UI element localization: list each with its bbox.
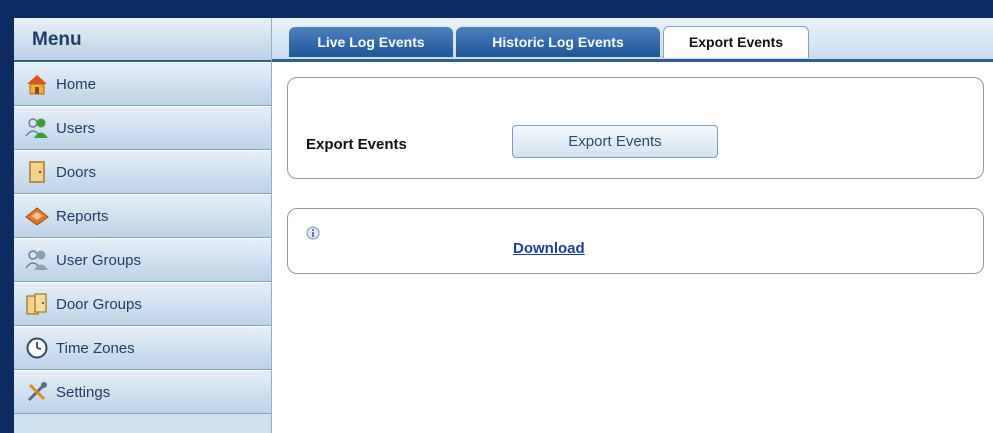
left-edge-bar [0, 0, 14, 433]
tab-historic-log-events[interactable]: Historic Log Events [456, 27, 660, 57]
sidebar-item-user-groups[interactable]: User Groups [14, 238, 271, 282]
top-bar [0, 0, 993, 18]
info-icon [306, 226, 320, 240]
tab-bar: Live Log Events Historic Log Events Expo… [272, 18, 993, 62]
sidebar-item-door-groups[interactable]: Door Groups [14, 282, 271, 326]
sidebar-item-settings[interactable]: Settings [14, 370, 271, 414]
sidebar-item-label: Users [56, 119, 96, 137]
sidebar-item-time-zones[interactable]: Time Zones [14, 326, 271, 370]
sidebar: Menu Home Users Doors Reports User Group… [14, 18, 272, 433]
clock-icon [24, 335, 50, 361]
sidebar-item-label: Settings [56, 383, 111, 401]
export-events-button[interactable]: Export Events [512, 125, 718, 158]
sidebar-item-label: Reports [56, 207, 109, 225]
sidebar-item-home[interactable]: Home [14, 62, 271, 106]
sidebar-item-users[interactable]: Users [14, 106, 271, 150]
home-icon [24, 71, 50, 97]
user-groups-icon [24, 247, 50, 273]
download-panel: Download [287, 208, 984, 274]
reports-icon [24, 203, 50, 229]
sidebar-item-doors[interactable]: Doors [14, 150, 271, 194]
settings-icon [24, 379, 50, 405]
download-link[interactable]: Download [513, 240, 585, 257]
door-icon [24, 159, 50, 185]
sidebar-item-label: Doors [56, 163, 97, 181]
export-events-panel: Export Events Export Events [287, 77, 984, 179]
export-events-label: Export Events [306, 136, 407, 153]
sidebar-item-label: Time Zones [56, 339, 135, 357]
sidebar-item-label: User Groups [56, 251, 142, 269]
sidebar-item-label: Door Groups [56, 295, 142, 313]
sidebar-item-label: Home [56, 75, 97, 93]
users-icon [24, 115, 50, 141]
sidebar-item-reports[interactable]: Reports [14, 194, 271, 238]
tab-live-log-events[interactable]: Live Log Events [289, 27, 453, 57]
menu-title: Menu [14, 18, 271, 62]
tab-export-events[interactable]: Export Events [663, 26, 809, 58]
door-groups-icon [24, 291, 50, 317]
